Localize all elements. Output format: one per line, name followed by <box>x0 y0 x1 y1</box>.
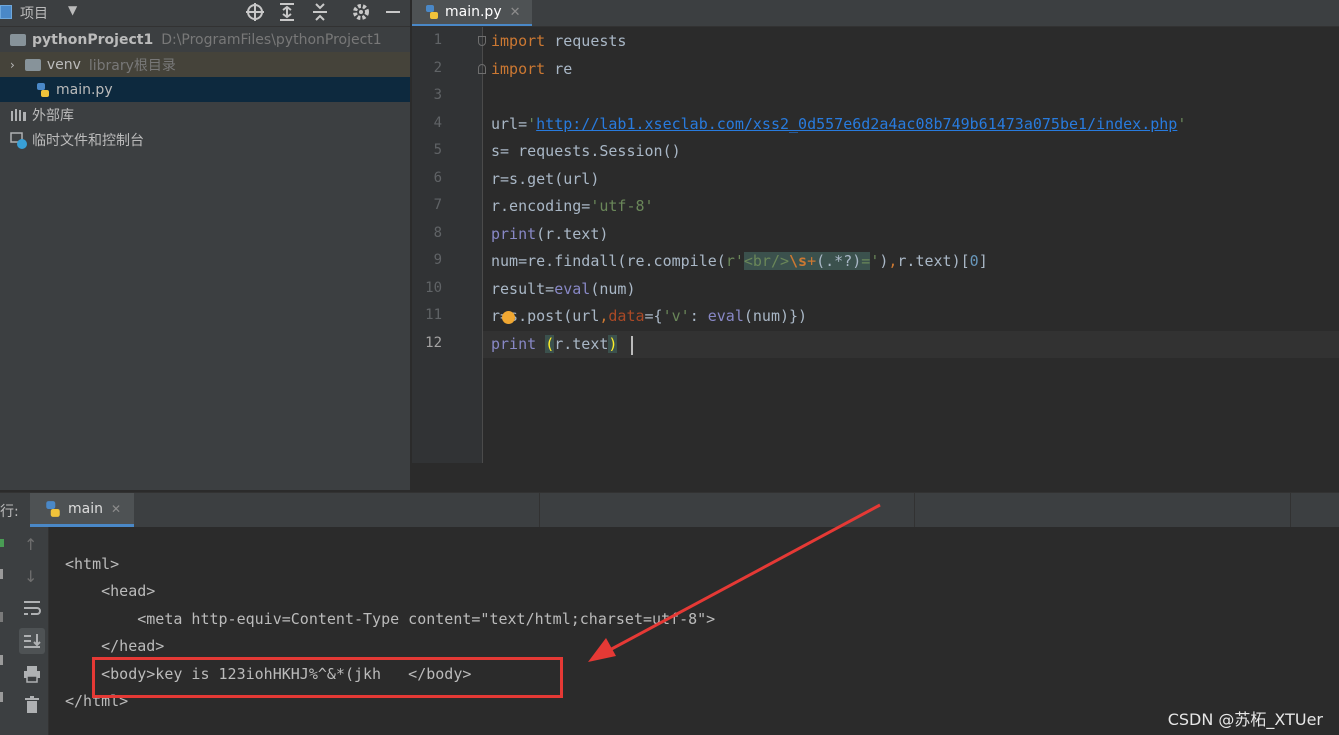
trash-icon[interactable] <box>23 695 41 715</box>
rerun-icon[interactable] <box>0 539 4 547</box>
code-line-5: s= requests.Session() <box>491 142 681 160</box>
code-line-2: import re <box>491 60 573 78</box>
code-line-10: result=eval(num) <box>491 280 636 298</box>
scratches-label: 临时文件和控制台 <box>32 132 144 149</box>
main-py-label: main.py <box>56 81 113 98</box>
tree-item-main-py[interactable]: main.py <box>0 77 410 102</box>
collapse-all-icon[interactable] <box>311 2 329 22</box>
project-root-name: pythonProject1 <box>32 31 154 48</box>
text-caret <box>631 336 633 355</box>
gear-icon[interactable] <box>351 2 371 22</box>
library-icon <box>10 108 28 122</box>
line-number: 3 <box>433 87 442 103</box>
console-line: <html> <box>65 555 120 573</box>
venv-label: venv <box>46 56 81 73</box>
header-divider <box>914 493 915 527</box>
soft-wrap-icon[interactable] <box>22 599 42 617</box>
scratches-icon <box>10 131 28 149</box>
line-number: 2 <box>433 60 442 76</box>
line-number: 1 <box>433 32 442 48</box>
minimize-icon[interactable] <box>386 11 400 13</box>
project-panel-title[interactable]: 项目 <box>20 3 48 23</box>
expand-all-icon[interactable] <box>278 2 296 22</box>
python-file-icon <box>35 82 51 98</box>
python-icon <box>44 500 62 518</box>
print-icon[interactable] <box>22 665 42 683</box>
arrow-down-icon[interactable]: ↓ <box>24 567 37 586</box>
run-tab-label: main <box>68 500 103 517</box>
venv-hint: library根目录 <box>88 57 176 74</box>
code-line-11: r=s.post(url,data={'v': eval(num)}) <box>491 307 808 325</box>
code-line-7: r.encoding='utf-8' <box>491 197 654 215</box>
settings-icon[interactable] <box>0 692 3 702</box>
run-panel-header: 行: main ✕ <box>0 492 1339 528</box>
locate-icon[interactable] <box>245 2 265 22</box>
tree-item-project-root[interactable]: pythonProject1 D:\ProgramFiles\pythonPro… <box>0 27 410 52</box>
lightbulb-icon[interactable] <box>502 311 515 324</box>
pin-icon[interactable] <box>0 655 3 665</box>
annotation-highlight-box <box>92 657 563 698</box>
code-line-1: import requests <box>491 32 627 50</box>
code-area[interactable] <box>483 27 1339 463</box>
tab-label: main.py <box>445 4 502 20</box>
line-number: 8 <box>433 225 442 241</box>
fold-marker-icon[interactable] <box>478 64 486 74</box>
run-tab-main[interactable]: main ✕ <box>30 493 134 527</box>
line-number: 7 <box>433 197 442 213</box>
chevron-right-icon[interactable]: › <box>10 58 15 72</box>
folder-icon <box>10 33 26 46</box>
watermark: CSDN @苏柘_XTUer <box>1167 710 1323 729</box>
fold-marker-icon[interactable] <box>478 36 486 46</box>
console-line: <meta http-equiv=Content-Type content="t… <box>65 610 716 628</box>
line-number: 4 <box>433 115 442 131</box>
run-toolbar: ↑ ↓ <box>16 527 49 735</box>
header-divider <box>1290 493 1291 527</box>
line-number: 11 <box>425 307 442 323</box>
wrench-icon[interactable] <box>0 569 3 579</box>
chevron-down-icon[interactable]: ▼ <box>68 3 77 17</box>
project-panel: 项目 ▼ pythonProject1 D:\ProgramFiles\pyth… <box>0 0 410 490</box>
python-file-icon <box>424 4 440 20</box>
header-divider <box>539 493 540 527</box>
close-icon[interactable]: ✕ <box>510 5 521 20</box>
folder-icon <box>24 58 41 71</box>
console-line: </head> <box>65 637 165 655</box>
project-panel-icon <box>0 5 12 19</box>
line-number: 12 <box>425 335 442 351</box>
run-left-strip <box>0 527 16 735</box>
scroll-to-end-icon[interactable] <box>19 628 45 654</box>
code-line-6: r=s.get(url) <box>491 170 600 188</box>
code-line-9: num=re.findall(re.compile(r'<br/>\s+(.*?… <box>491 252 988 270</box>
stop-icon[interactable] <box>0 612 3 622</box>
console-output[interactable] <box>49 527 1339 735</box>
tree-item-external-libraries[interactable]: 外部库 <box>0 102 410 127</box>
line-number: 6 <box>433 170 442 186</box>
console-line: <head> <box>65 582 156 600</box>
editor-tab-bar: main.py ✕ <box>412 0 1339 27</box>
run-panel-label: 行: <box>0 504 19 520</box>
tree-item-venv[interactable]: › venv library根目录 <box>0 52 410 77</box>
arrow-up-icon[interactable]: ↑ <box>24 535 37 554</box>
project-toolbar: 项目 ▼ <box>0 0 410 27</box>
code-line-8: print(r.text) <box>491 225 609 243</box>
code-line-4: url='http://lab1.xseclab.com/xss2_0d557e… <box>491 115 1187 133</box>
tree-item-scratches[interactable]: 临时文件和控制台 <box>0 127 410 152</box>
project-root-path: D:\ProgramFiles\pythonProject1 <box>161 31 382 48</box>
line-number: 9 <box>433 252 442 268</box>
line-number: 10 <box>425 280 442 296</box>
code-line-12: print (r.text) <box>491 335 618 353</box>
external-libraries-label: 外部库 <box>32 107 74 124</box>
tab-main-py[interactable]: main.py ✕ <box>412 0 532 26</box>
line-number: 5 <box>433 142 442 158</box>
close-icon[interactable]: ✕ <box>111 502 121 516</box>
